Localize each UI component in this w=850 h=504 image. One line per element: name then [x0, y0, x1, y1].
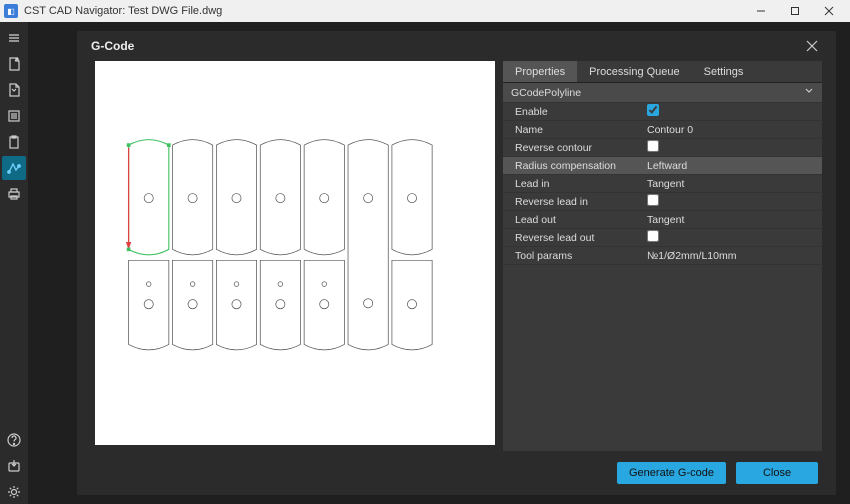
prop-value[interactable]: Tangent [643, 178, 822, 190]
tab-properties[interactable]: Properties [503, 61, 577, 82]
close-button[interactable]: Close [736, 462, 818, 484]
generate-gcode-button[interactable]: Generate G-code [617, 462, 726, 484]
prop-row-lead-out[interactable]: Lead out Tangent [503, 211, 822, 229]
preview-canvas[interactable] [95, 61, 495, 445]
dialog-title: G-Code [91, 39, 134, 53]
tool-sidebar [0, 22, 28, 504]
prop-value[interactable]: Contour 0 [643, 124, 822, 136]
maximize-button[interactable] [778, 0, 812, 22]
prop-row-reverse-lead-in[interactable]: Reverse lead in [503, 193, 822, 211]
prop-label: Lead out [503, 214, 643, 226]
gcode-dialog: G-Code [77, 31, 836, 495]
prop-label: Reverse lead out [503, 232, 643, 244]
prop-label: Enable [503, 106, 643, 118]
chevron-down-icon [804, 86, 814, 99]
app-icon: ◧ [4, 4, 18, 18]
clipboard-icon[interactable] [2, 130, 26, 154]
window-title: CST CAD Navigator: Test DWG File.dwg [24, 5, 222, 17]
prop-row-reverse-lead-out[interactable]: Reverse lead out [503, 229, 822, 247]
properties-panel: Properties Processing Queue Settings GCo… [503, 61, 822, 451]
prop-row-tool-params[interactable]: Tool params №1/Ø2mm/L10mm [503, 247, 822, 265]
tab-processing-queue[interactable]: Processing Queue [577, 61, 692, 82]
prop-row-enable[interactable]: Enable [503, 103, 822, 121]
prop-label: Tool params [503, 250, 643, 262]
enable-checkbox[interactable] [647, 104, 659, 116]
group-title: GCodePolyline [511, 87, 581, 99]
help-icon[interactable] [2, 428, 26, 452]
reverse-contour-checkbox[interactable] [647, 140, 659, 152]
settings-icon[interactable] [2, 480, 26, 504]
menu-icon[interactable] [2, 26, 26, 50]
prop-label: Reverse lead in [503, 196, 643, 208]
prop-row-lead-in[interactable]: Lead in Tangent [503, 175, 822, 193]
close-window-button[interactable] [812, 0, 846, 22]
prop-row-reverse-contour[interactable]: Reverse contour [503, 139, 822, 157]
dialog-close-button[interactable] [802, 36, 822, 56]
dialog-footer: Generate G-code Close [77, 451, 836, 495]
panel-tabs: Properties Processing Queue Settings [503, 61, 822, 83]
tab-settings[interactable]: Settings [692, 61, 756, 82]
prop-label: Reverse contour [503, 142, 643, 154]
list-icon[interactable] [2, 104, 26, 128]
reverse-lead-in-checkbox[interactable] [647, 194, 659, 206]
prop-value[interactable]: Tangent [643, 214, 822, 226]
minimize-button[interactable] [744, 0, 778, 22]
printer-icon[interactable] [2, 182, 26, 206]
title-bar: ◧ CST CAD Navigator: Test DWG File.dwg [0, 0, 850, 22]
gcode-tool-icon[interactable] [2, 156, 26, 180]
prop-value[interactable]: №1/Ø2mm/L10mm [643, 250, 822, 262]
save-as-icon[interactable] [2, 454, 26, 478]
property-group-header[interactable]: GCodePolyline [503, 83, 822, 103]
prop-value[interactable]: Leftward [643, 160, 822, 172]
prop-row-radius-compensation[interactable]: Radius compensation Leftward [503, 157, 822, 175]
prop-label: Name [503, 124, 643, 136]
new-file-icon[interactable] [2, 52, 26, 76]
prop-label: Radius compensation [503, 160, 643, 172]
open-folder-icon[interactable] [2, 78, 26, 102]
prop-label: Lead in [503, 178, 643, 190]
reverse-lead-out-checkbox[interactable] [647, 230, 659, 242]
prop-row-name[interactable]: Name Contour 0 [503, 121, 822, 139]
